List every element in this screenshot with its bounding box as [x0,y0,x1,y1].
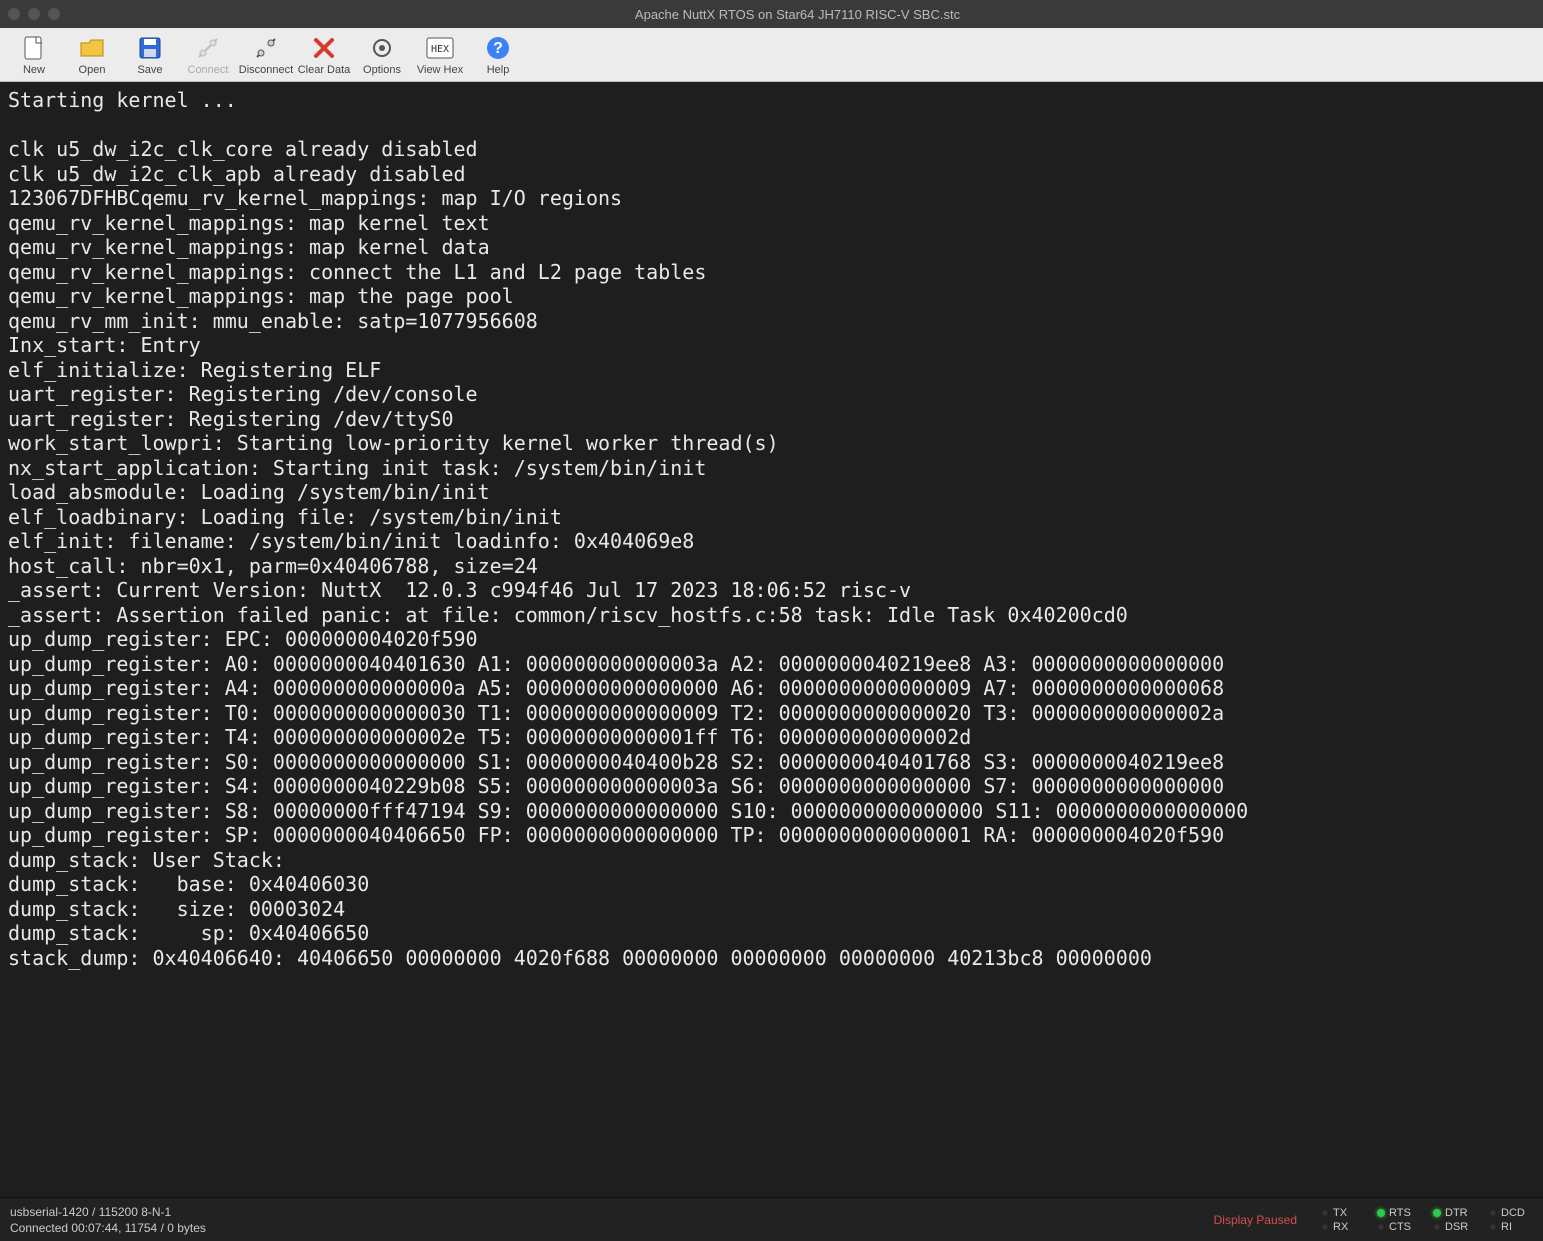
save-label: Save [137,64,162,76]
view-hex-label: View Hex [417,64,463,76]
help-button[interactable]: ? Help [470,30,526,80]
view-hex-button[interactable]: HEX View Hex [412,30,468,80]
led-ri: RI [1489,1221,1533,1233]
open-label: Open [79,64,106,76]
signal-leds: TX RTS DTR DCD RX CTS DSR RI [1311,1203,1543,1237]
options-label: Options [363,64,401,76]
zoom-window-button[interactable] [48,8,60,20]
window-titlebar: Apache NuttX RTOS on Star64 JH7110 RISC-… [0,0,1543,28]
led-dcd: DCD [1489,1207,1533,1219]
disconnect-plug-icon [252,34,280,62]
options-gear-icon [368,34,396,62]
connect-label: Connect [188,64,229,76]
open-folder-icon [78,34,106,62]
status-paused: Display Paused [1200,1213,1311,1227]
connect-button: Connect [180,30,236,80]
svg-text:HEX: HEX [431,44,449,55]
clear-data-button[interactable]: Clear Data [296,30,352,80]
led-tx: TX [1321,1207,1365,1219]
led-rts: RTS [1377,1207,1421,1219]
toolbar: New Open Save Connect Disconnect Clear D… [0,28,1543,82]
close-window-button[interactable] [8,8,20,20]
status-connected: Connected 00:07:44, 11754 / 0 bytes [10,1221,1190,1235]
clear-x-icon [310,34,338,62]
status-port: usbserial-1420 / 115200 8-N-1 [10,1205,1190,1219]
traffic-lights [8,8,60,20]
terminal-output[interactable]: Starting kernel ... clk u5_dw_i2c_clk_co… [0,82,1543,1197]
help-icon: ? [484,34,512,62]
led-cts: CTS [1377,1221,1421,1233]
led-dsr: DSR [1433,1221,1477,1233]
new-button[interactable]: New [6,30,62,80]
connect-plug-icon [194,34,222,62]
open-button[interactable]: Open [64,30,120,80]
statusbar-left: usbserial-1420 / 115200 8-N-1 Connected … [0,1201,1200,1239]
new-label: New [23,64,45,76]
svg-text:?: ? [493,40,503,57]
clear-data-label: Clear Data [298,64,351,76]
disconnect-button[interactable]: Disconnect [238,30,294,80]
save-button[interactable]: Save [122,30,178,80]
help-label: Help [487,64,510,76]
terminal-area: Starting kernel ... clk u5_dw_i2c_clk_co… [0,82,1543,1197]
hex-icon: HEX [426,34,454,62]
new-file-icon [20,34,48,62]
window-title: Apache NuttX RTOS on Star64 JH7110 RISC-… [60,7,1535,22]
options-button[interactable]: Options [354,30,410,80]
minimize-window-button[interactable] [28,8,40,20]
disconnect-label: Disconnect [239,64,293,76]
led-rx: RX [1321,1221,1365,1233]
statusbar: usbserial-1420 / 115200 8-N-1 Connected … [0,1197,1543,1241]
save-disk-icon [136,34,164,62]
led-dtr: DTR [1433,1207,1477,1219]
